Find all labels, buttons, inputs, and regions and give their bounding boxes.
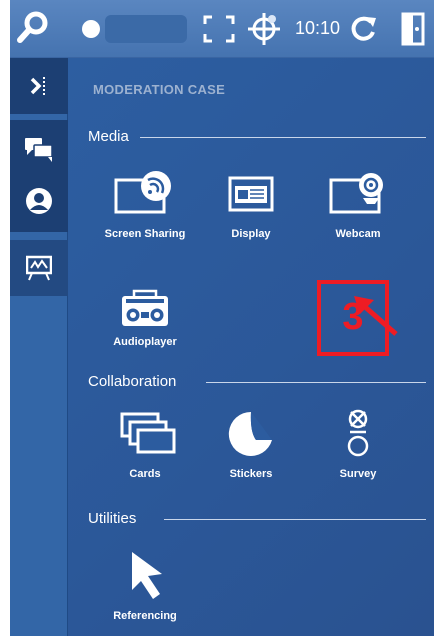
stickers-icon [228, 411, 272, 456]
section-media: Media [88, 128, 434, 148]
refresh-icon[interactable] [348, 14, 378, 44]
toolbar-field[interactable] [105, 15, 187, 43]
annotation-box: 3 [317, 280, 389, 356]
section-label: Media [88, 128, 129, 145]
divider [206, 382, 426, 383]
rail-group-chat-user [10, 120, 68, 232]
collapse-panel-button[interactable] [10, 58, 68, 114]
tool-label: Survey [339, 468, 377, 480]
screen-sharing-icon [114, 171, 171, 214]
tool-webcam[interactable]: Webcam [308, 166, 408, 240]
panel-title: MODERATION CASE [93, 82, 226, 97]
search-icon[interactable] [14, 8, 52, 46]
exit-icon[interactable] [400, 12, 426, 46]
tool-screen-sharing[interactable]: Screen Sharing [95, 166, 195, 240]
tool-display[interactable]: Display [201, 166, 301, 240]
top-toolbar: 10:10 [10, 0, 434, 58]
side-rail [10, 58, 68, 636]
tool-label: Webcam [335, 228, 381, 240]
audioplayer-icon [122, 289, 168, 326]
annotation-number: 3 [342, 296, 364, 338]
webcam-icon [329, 173, 383, 214]
chat-icon[interactable] [24, 137, 54, 163]
section-label: Utilities [88, 510, 137, 527]
tool-stickers[interactable]: Stickers [201, 402, 301, 480]
fullscreen-icon[interactable] [202, 14, 236, 44]
whiteboard-icon [26, 255, 52, 281]
cards-icon [120, 412, 176, 454]
tool-referencing[interactable]: Referencing [95, 546, 195, 622]
divider [140, 137, 426, 138]
display-icon [228, 176, 274, 212]
survey-icon [347, 409, 369, 457]
section-collaboration: Collaboration [88, 373, 434, 393]
tool-survey[interactable]: Survey [308, 402, 408, 480]
section-utilities: Utilities [88, 510, 434, 530]
crosshair-icon[interactable] [246, 11, 282, 47]
tool-label: Audioplayer [113, 336, 177, 348]
collapse-panel-icon [30, 77, 45, 95]
tool-audioplayer[interactable]: Audioplayer [95, 284, 195, 348]
pointer-arrow-icon [132, 552, 162, 599]
divider [164, 519, 426, 520]
tool-label: Display [231, 228, 271, 240]
moderation-case-panel: MODERATION CASE Media Screen Sharing Dis… [68, 58, 434, 636]
tool-cards[interactable]: Cards [95, 402, 195, 480]
clock: 10:10 [295, 18, 341, 38]
tool-label: Stickers [229, 468, 273, 480]
section-label: Collaboration [88, 373, 177, 390]
user-icon[interactable] [25, 187, 53, 215]
tool-label: Cards [129, 468, 161, 480]
tool-label: Referencing [113, 610, 177, 622]
status-dot-icon[interactable] [82, 20, 100, 38]
tool-label: Screen Sharing [104, 228, 186, 240]
whiteboard-button[interactable] [10, 240, 68, 296]
app-window: 10:10 MODERATION CASE Media Screen Shari… [10, 0, 434, 636]
